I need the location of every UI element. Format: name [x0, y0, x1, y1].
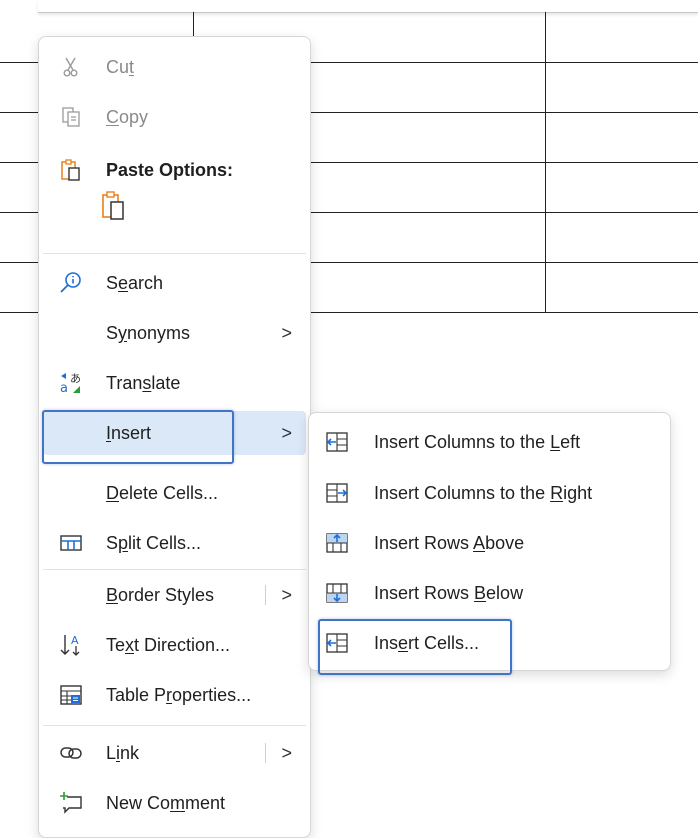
menu-item-label: Delete Cells...: [106, 482, 219, 503]
menu-item-label: New Comment: [106, 792, 226, 813]
menu-item-synonyms[interactable]: Synonyms >: [43, 311, 306, 355]
menu-divider: [43, 569, 306, 570]
new-comment-icon: [59, 791, 83, 815]
insert-columns-left-icon: [325, 430, 349, 454]
svg-text:a: a: [60, 381, 68, 395]
link-icon: [59, 741, 83, 765]
insert-rows-above-icon: [325, 531, 349, 555]
menu-item-text-direction[interactable]: A Text Direction...: [43, 623, 306, 667]
menu-item-label: Link: [106, 742, 140, 763]
menu-divider: [43, 253, 306, 254]
menu-item-label: Border Styles: [106, 584, 215, 605]
submenu-item-label: Insert Columns to the Left: [374, 431, 581, 452]
copy-icon: [59, 105, 83, 129]
menu-item-search[interactable]: Search: [43, 261, 306, 305]
menu-item-table-properties[interactable]: Table Properties...: [43, 673, 306, 717]
split-cells-icon: [59, 531, 83, 555]
menu-item-label: Synonyms: [106, 322, 191, 343]
menu-item-label: Table Properties...: [106, 684, 252, 705]
svg-text:あ: あ: [70, 372, 81, 385]
menu-item-label: Split Cells...: [106, 532, 202, 553]
insert-rows-below-icon: [325, 581, 349, 605]
scissors-icon: [59, 55, 83, 79]
menu-item-link[interactable]: Link >: [43, 731, 306, 775]
search-icon: [59, 271, 83, 295]
chevron-right-icon[interactable]: >: [281, 585, 292, 606]
menu-item-label: Text Direction...: [106, 634, 231, 655]
chevron-right-icon[interactable]: >: [281, 743, 292, 764]
table-properties-icon: [59, 683, 83, 707]
menu-item-border-styles[interactable]: Border Styles >: [43, 573, 306, 617]
menu-item-copy[interactable]: Copy: [43, 95, 306, 139]
table-top-edge: [38, 0, 698, 13]
translate-icon: aあ: [59, 371, 83, 395]
menu-item-label: Cut: [106, 56, 135, 77]
clipboard-icon: [99, 191, 127, 227]
menu-divider: [43, 725, 306, 726]
svg-text:A: A: [71, 634, 79, 647]
submenu-item-insert-rows-above[interactable]: Insert Rows Above: [313, 521, 666, 565]
insert-focus-highlight: [42, 410, 234, 464]
split-separator: [265, 743, 266, 763]
menu-item-label: Copy: [106, 106, 149, 127]
menu-item-label: Search: [106, 272, 164, 293]
split-separator: [265, 585, 266, 605]
clipboard-icon: [59, 158, 83, 182]
submenu-item-insert-columns-right[interactable]: Insert Columns to the Right: [313, 471, 666, 515]
menu-item-translate[interactable]: aあ Translate: [43, 361, 306, 405]
submenu-item-label: Insert Rows Below: [374, 582, 524, 603]
menu-item-split-cells[interactable]: Split Cells...: [43, 521, 306, 565]
menu-item-label: Translate: [106, 372, 181, 393]
paste-options-header: Paste Options:: [43, 148, 306, 192]
menu-item-cut[interactable]: Cut: [43, 45, 306, 89]
menu-item-delete-cells[interactable]: Delete Cells...: [43, 471, 306, 515]
insert-columns-right-icon: [325, 481, 349, 505]
insert-cells-focus-highlight: [318, 619, 512, 675]
chevron-right-icon: >: [281, 422, 292, 443]
submenu-item-label: Insert Rows Above: [374, 532, 525, 553]
submenu-item-insert-rows-below[interactable]: Insert Rows Below: [313, 571, 666, 615]
paste-keep-source-button[interactable]: [99, 187, 139, 227]
submenu-item-insert-columns-left[interactable]: Insert Columns to the Left: [313, 420, 666, 464]
menu-item-new-comment[interactable]: New Comment: [43, 781, 306, 825]
chevron-right-icon: >: [281, 322, 292, 343]
text-direction-icon: A: [59, 633, 83, 657]
paste-options-label: Paste Options:: [106, 159, 234, 180]
submenu-item-label: Insert Columns to the Right: [374, 482, 593, 503]
